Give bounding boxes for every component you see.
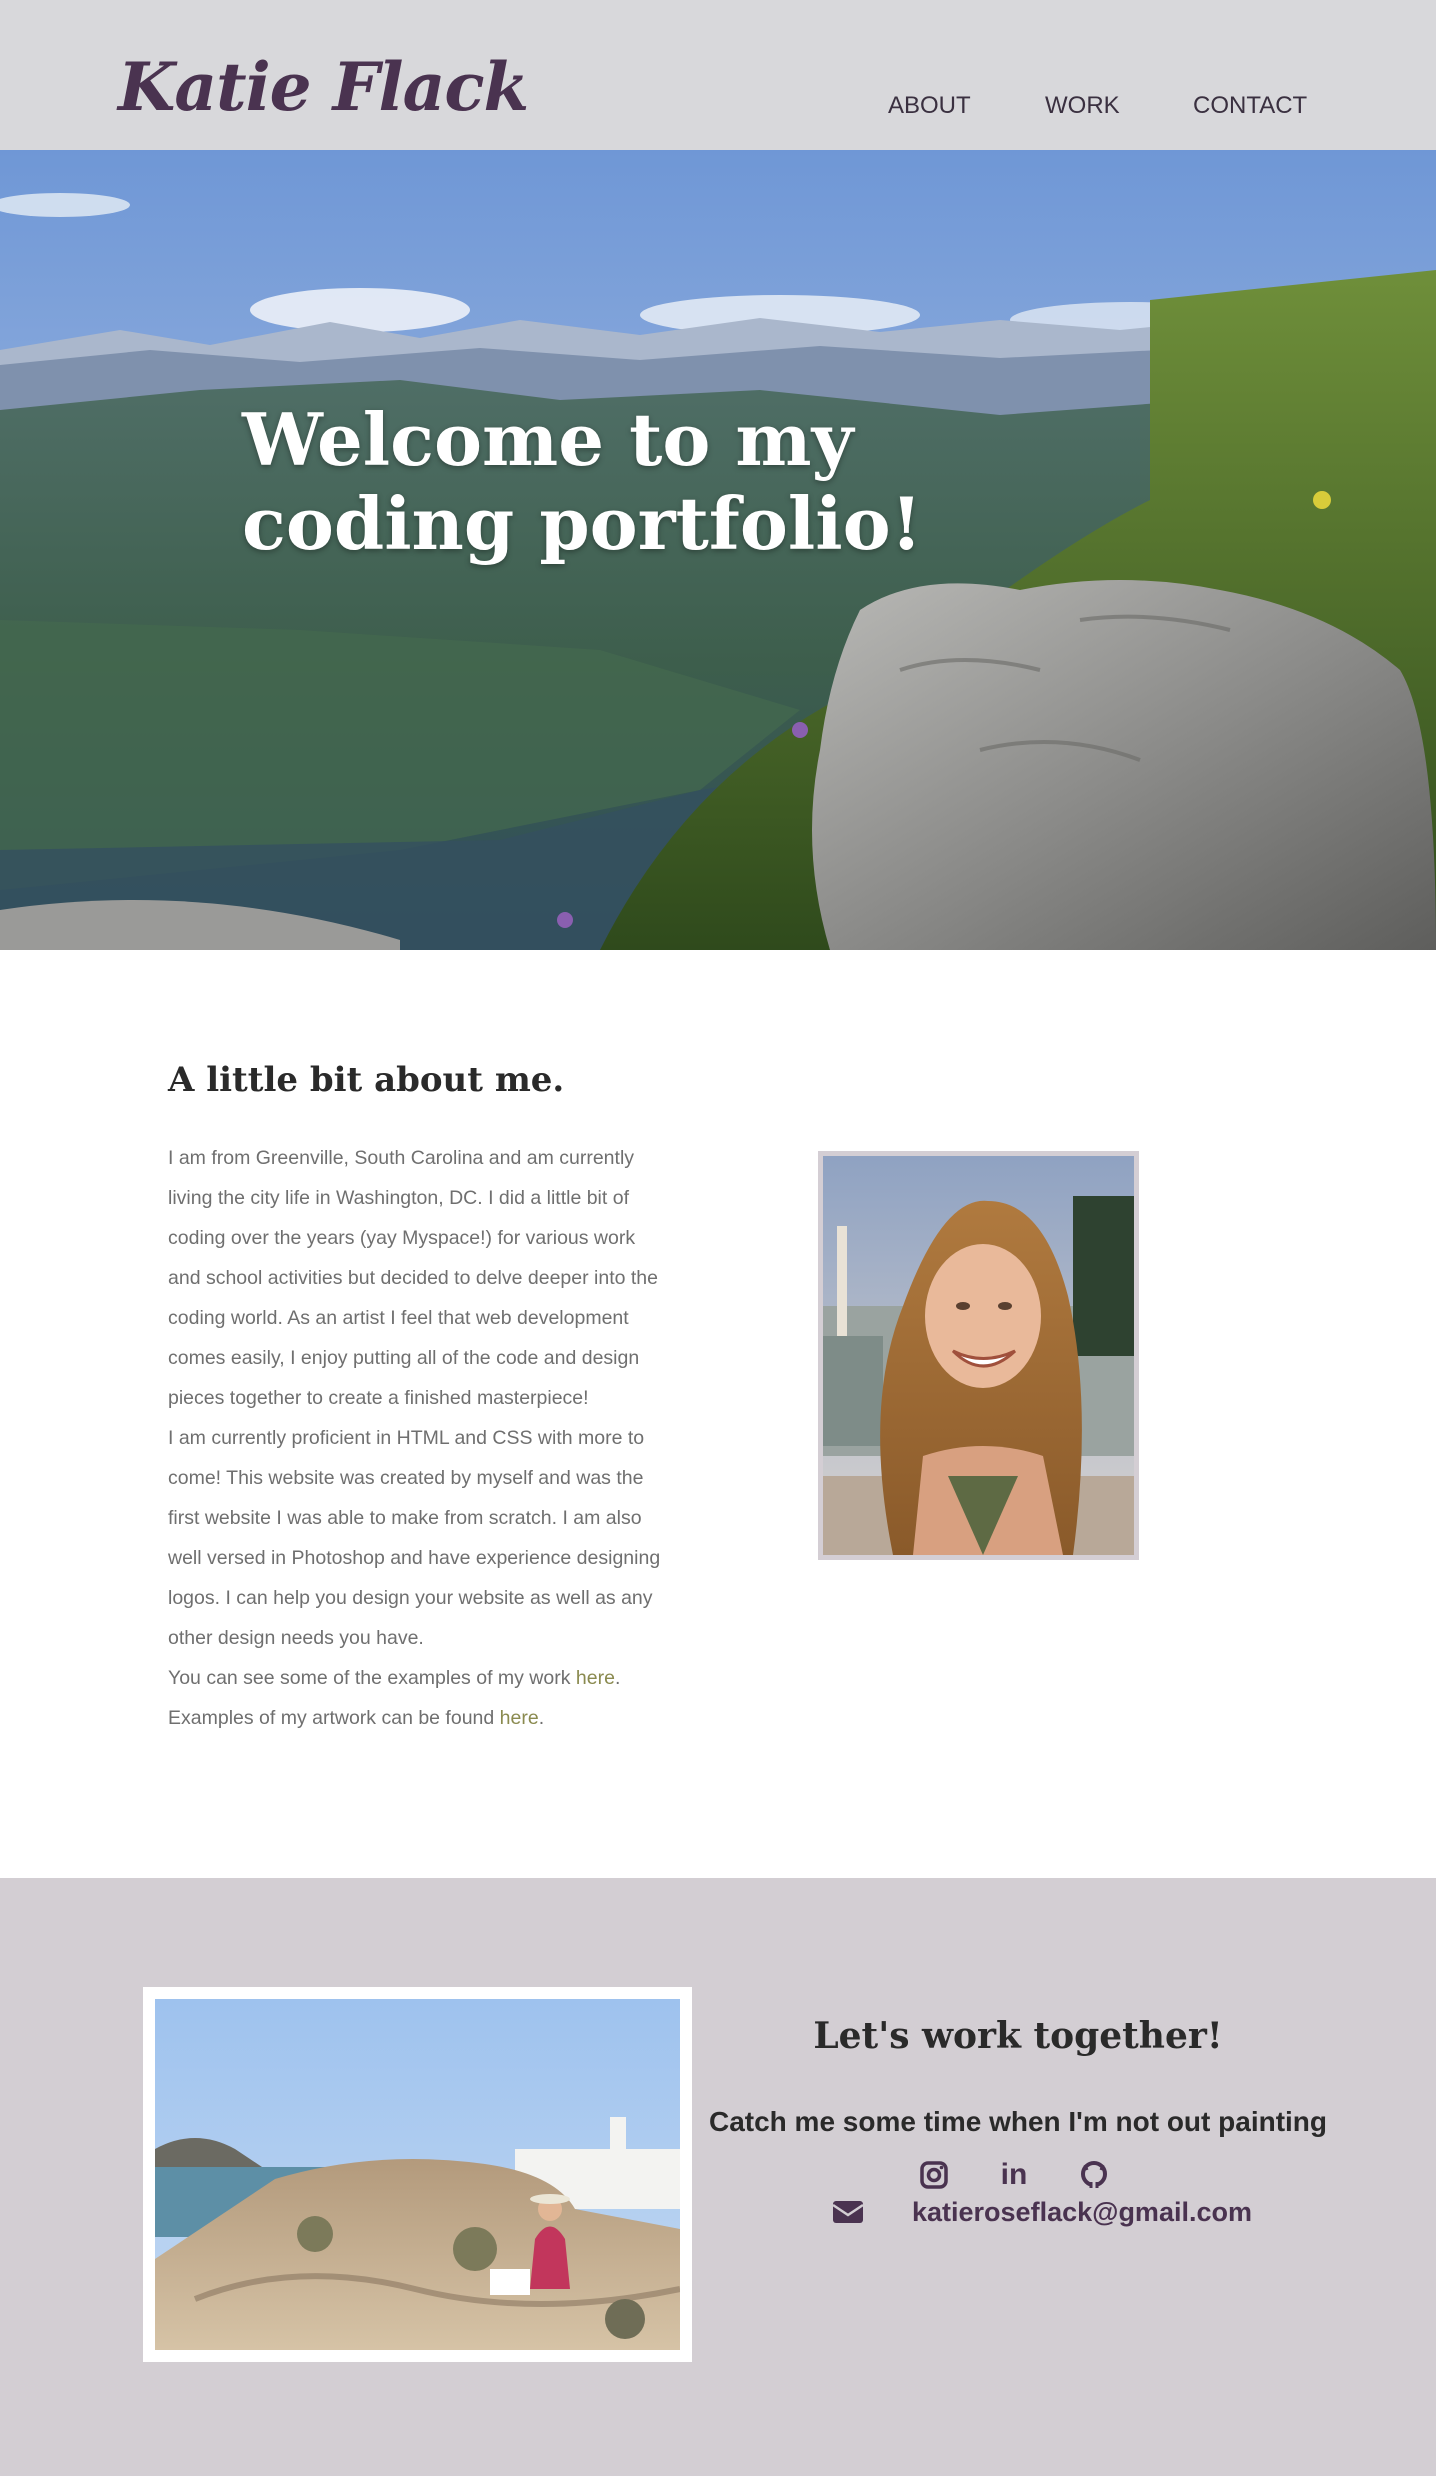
artwork-link[interactable]: here	[500, 1707, 539, 1729]
about-paragraph: I am currently proficient in HTML and CS…	[168, 1427, 661, 1649]
site-logo[interactable]: Katie Flack	[118, 48, 529, 126]
about-heading: A little bit about me.	[168, 1060, 565, 1100]
painting-photo	[155, 1999, 680, 2350]
hero-title: Welcome to my coding portfolio!	[242, 397, 923, 566]
work-examples-link[interactable]: here	[576, 1667, 615, 1689]
envelope-icon	[832, 2201, 864, 2223]
site-header: Katie Flack ABOUT WORK CONTACT	[0, 0, 1436, 150]
hero-banner: Welcome to my coding portfolio!	[0, 150, 1436, 950]
artwork-end: .	[538, 1707, 545, 1729]
github-icon[interactable]	[1077, 2158, 1111, 2192]
work-together-heading: Let's work together!	[813, 2015, 1223, 2057]
artwork-text: Examples of my artwork can be found	[168, 1707, 500, 1729]
nav-about[interactable]: ABOUT	[888, 92, 971, 120]
work-examples-text: You can see some of the examples of my w…	[168, 1667, 576, 1689]
instagram-icon[interactable]	[917, 2158, 951, 2192]
work-examples-line: You can see some of the examples of my w…	[168, 1658, 668, 1698]
portrait-photo	[818, 1151, 1139, 1560]
email-link[interactable]: katieroseflack@gmail.com	[912, 2197, 1252, 2228]
linkedin-icon[interactable]: in	[997, 2158, 1031, 2192]
about-paragraph: I am from Greenville, South Carolina and…	[168, 1147, 658, 1409]
about-text: I am from Greenville, South Carolina and…	[168, 1138, 668, 1738]
work-examples-end: .	[614, 1667, 621, 1689]
nav-contact[interactable]: CONTACT	[1193, 92, 1307, 120]
nav-work[interactable]: WORK	[1045, 92, 1120, 120]
painting-subheading: Catch me some time when I'm not out pain…	[708, 2106, 1328, 2137]
painting-photo-frame	[143, 1987, 692, 2362]
artwork-line: Examples of my artwork can be found here…	[168, 1698, 668, 1738]
